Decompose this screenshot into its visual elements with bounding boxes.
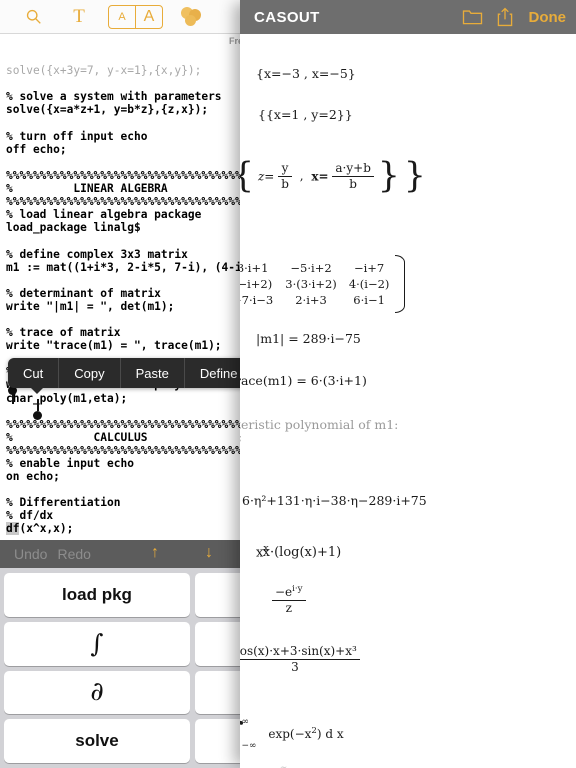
keyboard-key-[interactable]: ∫ [4,621,190,666]
matrix-display: 3·i+1−5·i+2−i+7(−i+2)3·(3·i+2)4·(i−2)−7·… [240,255,406,313]
done-button[interactable]: Done [529,9,567,26]
cas-int1-fraction: cos(x)·x+3·sin(x)+x³ 3 [240,644,360,676]
palette-icon[interactable] [169,2,215,32]
cas-x-eq: x= [311,169,329,184]
toolbar-icon-group: T A A [0,2,215,32]
cas-int1-num: cos(x)·x+3·sin(x)+x³ [240,644,360,660]
edit-context-menu[interactable]: Cut Copy Paste Define [8,358,253,394]
cas-int1-den: 3 [291,660,299,674]
cas-int2-upper: ∞ [241,717,249,727]
font-size-segmented-control[interactable]: A A [108,4,163,29]
casout-header: CASOUT Done [240,0,576,34]
keyboard-key-solve[interactable]: solve [4,719,190,763]
matrix-table: 3·i+1−5·i+2−i+7(−i+2)3·(3·i+2)4·(i−2)−7·… [240,260,395,308]
cas-z-eq: z= [257,169,275,184]
matrix-cell: −7·i−3 [240,293,274,307]
selection-handle-end[interactable] [33,411,42,420]
move-up-icon[interactable]: ↑ [151,545,159,561]
share-icon[interactable] [497,7,513,27]
cas-fraction-y-b: y b [278,161,292,193]
matrix-cell: 6·i−1 [353,293,385,307]
close-brace-icon-2: } [403,156,426,197]
code-text: (x^x,x); [19,522,74,536]
cas-result-log-faint: z [280,762,286,768]
cas-result-solution-2: {{x=1 , y=2}} [258,107,353,122]
cas-result-matrix: 3·i+1−5·i+2−i+7(−i+2)3·(3·i+2)4·(i−2)−7·… [240,255,406,313]
cas-result-determinant: |m1| = 289·i−75 [256,331,361,346]
search-icon[interactable] [10,2,56,32]
cas-result-integral-2: ∫ ∞ −∞ exp(−x2) d x [240,717,344,752]
cas-deriv2-numtext: −e [275,585,293,599]
keyboard-key-[interactable]: ∂ [4,670,190,715]
cas-frac2-den: b [349,177,357,191]
selected-text[interactable]: df [6,522,20,536]
matrix-right-paren-icon [395,255,406,313]
keyboard-key-load-pkg[interactable]: load pkg [4,573,190,617]
casout-panel: CASOUT Done {x=−3 , x=−5} {{x=1 , y=2}} [240,0,576,768]
cas-result-derivative-1: xxx·(log(x)+1) [256,543,341,560]
matrix-cell: (−i+2) [240,277,273,291]
cas-fraction-ayb-b: a·y+b b [332,161,374,193]
cas-result-trace: race(m1) = 6·(3·i+1) [240,373,367,388]
cas-comma-1: , [299,169,304,184]
cas-int2-body: exp(−x2) d x [268,726,344,742]
cas-deriv2-num: −ei·y [272,584,306,601]
open-brace-icon: { [240,159,254,193]
cas-result-solution-1: {x=−3 , x=−5} [256,66,356,81]
matrix-row: 3·i+1 −5·i+2 −i+7 [240,260,395,276]
edit-menu-item-copy[interactable]: Copy [58,358,119,388]
matrix-cell: 3·(3·i+2) [285,277,337,291]
font-size-small-button[interactable]: A [109,6,135,28]
cas-result-charpoly: 6·η²+131·η·i−38·η−289·i+75 [242,493,427,508]
matrix-row: −7·i−3 2·i+3 6·i−1 [240,292,395,308]
cas-charpoly-expr: 6·η²+131·η·i−38·η−289·i+75 [242,493,427,508]
cas-charpoly-echo: ); [240,431,242,444]
cas-charpoly-label: teristic polynomial of m1: [240,417,399,432]
cas-deriv2-fraction: −ei·y z [272,584,306,617]
cas-frac2-num: a·y+b [332,161,374,177]
move-down-icon[interactable]: ↓ [205,545,213,561]
casout-output[interactable]: {x=−3 , x=−5} {{x=1 , y=2}} { z= y b , x… [240,34,576,768]
text-format-icon[interactable]: T [56,2,102,32]
folder-icon[interactable] [462,8,483,26]
cas-int2-limits: ∞ −∞ [241,717,257,752]
matrix-cell: 2·i+3 [295,293,327,307]
cas-deriv2-den: z [285,601,292,615]
cas-result-solution-3: { z= y b , x= a·y+b b } } [240,156,426,197]
cas-deriv2-sup: i·y [292,584,303,594]
cas-frac-num: y [278,161,292,177]
matrix-row: (−i+2) 3·(3·i+2) 4·(i−2) [240,276,395,292]
cas-result-integral-1: cos(x)·x+3·sin(x)+x³ 3 [240,644,360,676]
font-size-large-button[interactable]: A [135,5,162,28]
matrix-cell: 3·i+1 [240,261,269,275]
matrix-cell: 4·(i−2) [348,277,390,291]
cas-deriv-rest: x·(log(x)+1) [262,545,342,561]
casout-title: CASOUT [254,8,320,26]
cas-result-derivative-2: −ei·y z [272,584,306,617]
close-brace-icon-1: } [377,156,400,197]
selection-bar-end [37,399,39,411]
app-root: T A A solve({x+3y=7, y-x=1},{x,y}); % so… [0,0,576,768]
undo-button[interactable]: Undo [0,546,47,562]
selection-bar-start [12,392,14,404]
edit-menu-item-paste[interactable]: Paste [119,358,184,388]
cas-frac-den: b [281,177,289,191]
matrix-cell: −i+7 [353,261,385,275]
redo-button[interactable]: Redo [47,546,90,562]
edit-menu-item-cut[interactable]: Cut [8,358,58,388]
matrix-cell: −5·i+2 [290,261,332,275]
palette-glyph [181,6,203,27]
cas-int2-lower: −∞ [241,740,257,751]
